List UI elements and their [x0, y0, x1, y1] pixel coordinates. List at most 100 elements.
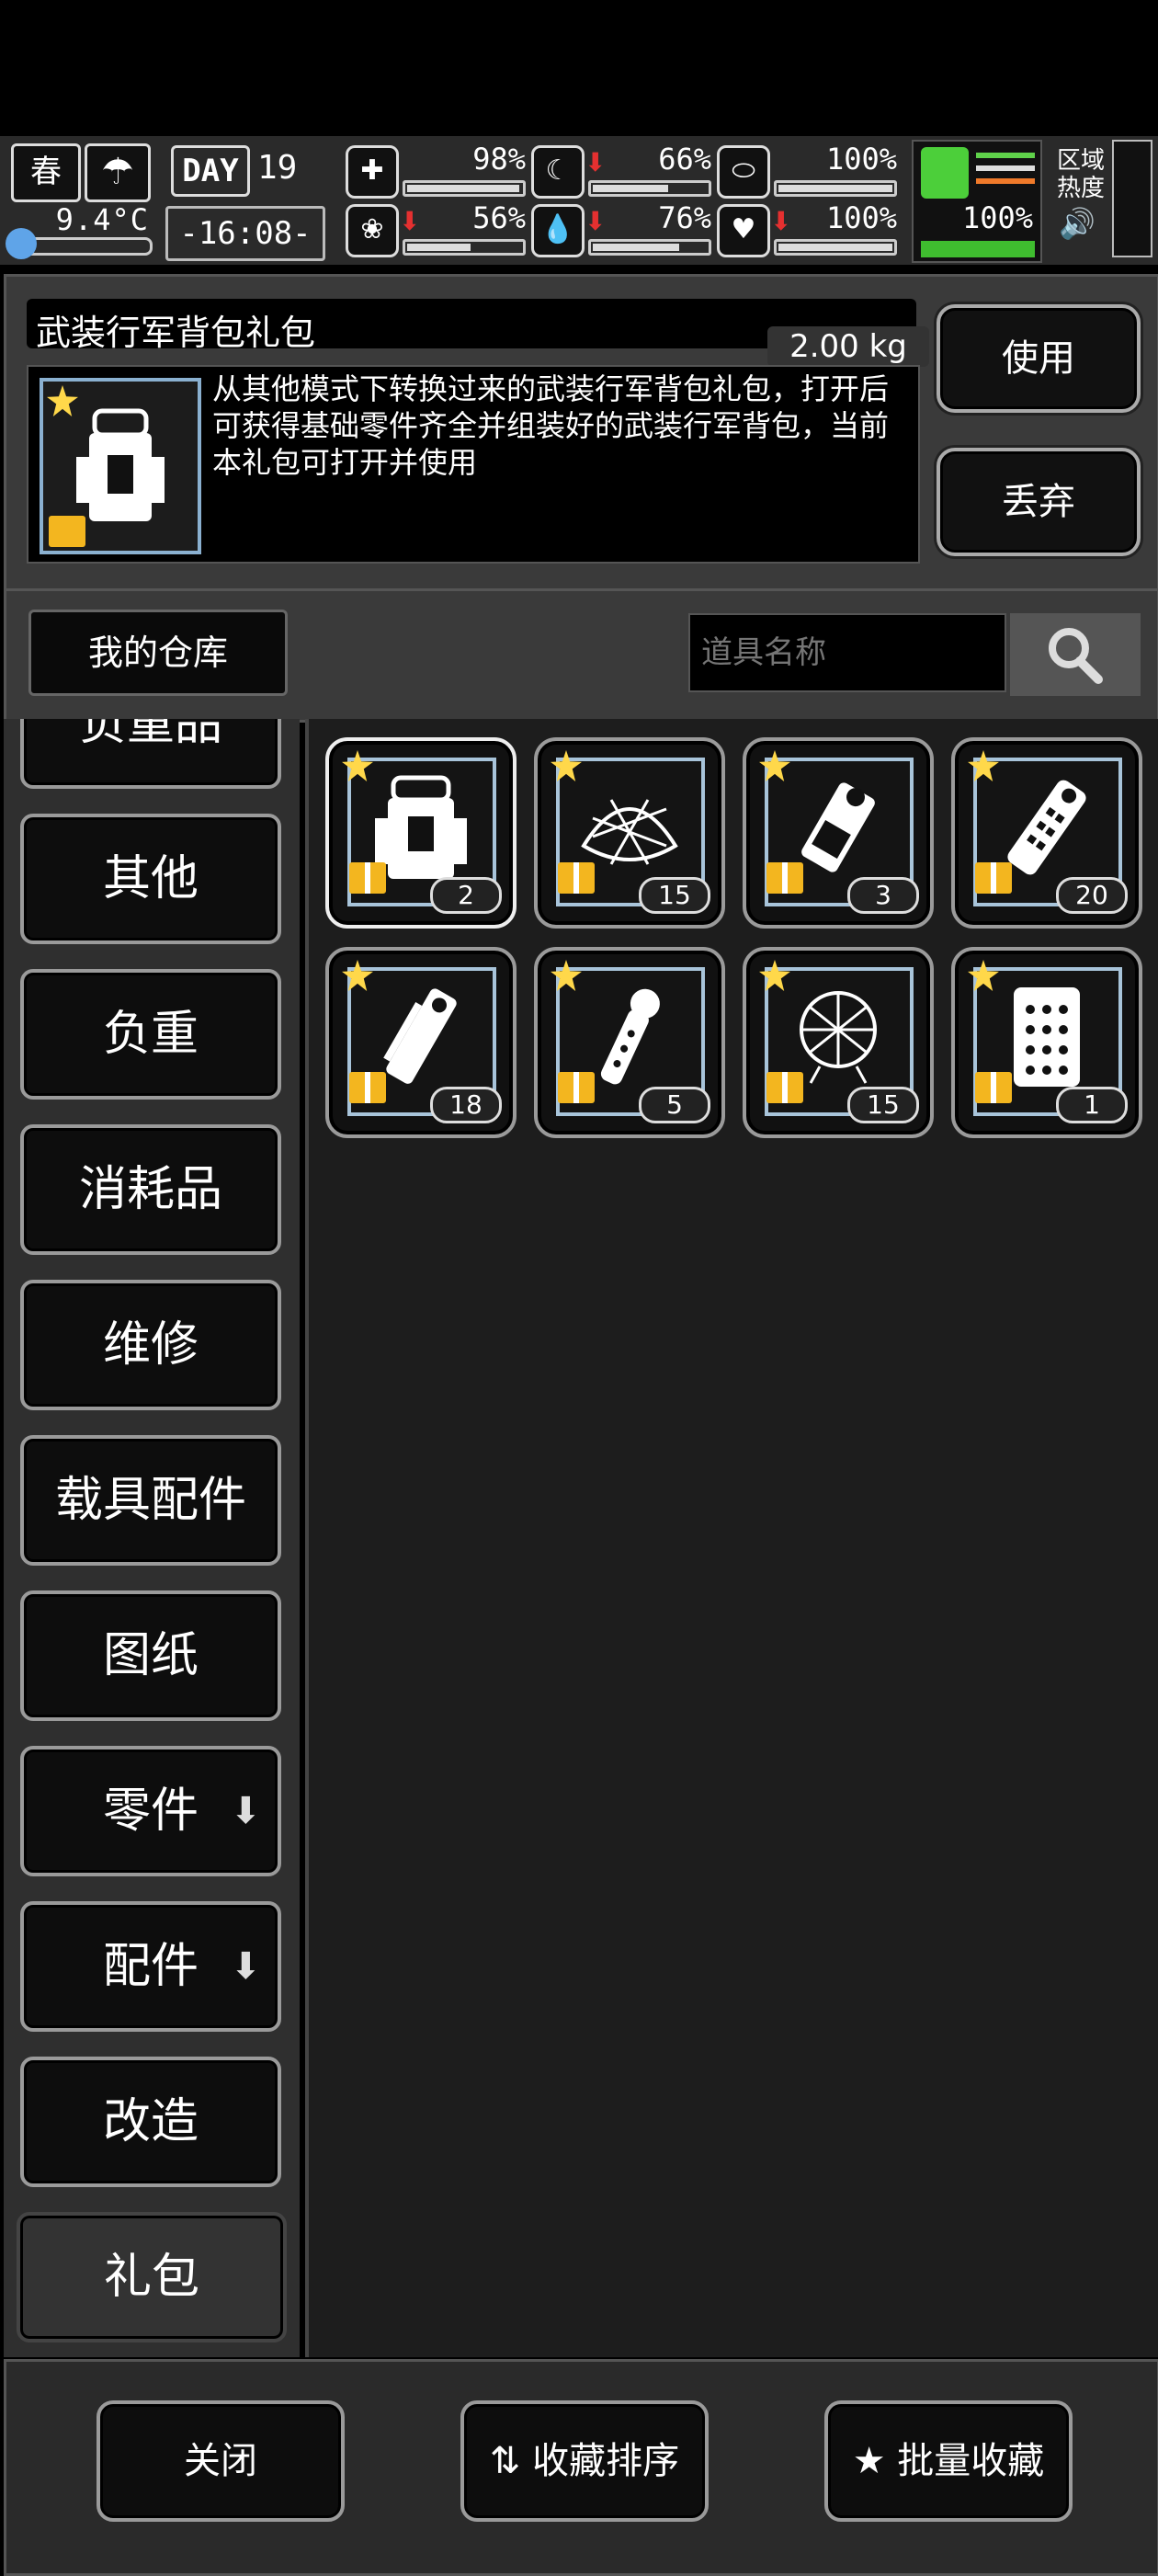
category-label: 礼包 — [103, 2250, 199, 2305]
stat-percent: 56% — [472, 200, 526, 235]
stat-pill: ⬭ 100% — [717, 142, 901, 199]
decrease-arrow-icon: ⬇ — [399, 206, 421, 236]
category-label: 负重 — [102, 1007, 199, 1062]
item-count: 18 — [430, 1087, 502, 1123]
boot-icon — [921, 147, 969, 199]
bottom-action-bar: 关闭 ⇅ 收藏排序 ★ 批量收藏 — [4, 2359, 1158, 2576]
category-label: 零件 — [102, 1784, 199, 1839]
item-count: 5 — [639, 1087, 710, 1123]
item-count: 15 — [847, 1087, 919, 1123]
item-title: 武装行军背包礼包 — [36, 313, 316, 353]
item-grid: 2 15 3 20 18 5 15 1 — [305, 719, 1158, 2357]
category-1[interactable]: 其他 — [20, 814, 281, 944]
discard-button[interactable]: 丢弃 — [937, 448, 1141, 556]
category-label: 其他 — [102, 851, 199, 906]
star-icon: ★ — [852, 2440, 886, 2482]
item-slot-plate-gift[interactable]: 1 — [951, 947, 1142, 1138]
gift-box-icon — [558, 862, 595, 894]
category-9[interactable]: 改造 — [20, 2057, 281, 2187]
category-label: 配件 — [102, 1939, 199, 1994]
decrease-arrow-icon: ⬇ — [585, 206, 607, 236]
medkit-icon: ✚ — [346, 145, 399, 199]
item-count: 2 — [430, 877, 502, 914]
stamina-percent: 100% — [961, 200, 1033, 235]
gift-box-icon — [975, 1072, 1012, 1103]
game-clock: -16:08- — [165, 206, 325, 261]
water-drop-icon: 💧 — [531, 204, 585, 257]
day-number: 19 — [257, 149, 298, 187]
item-weight: 2.00 kg — [767, 326, 929, 367]
day-label: DAY — [171, 145, 250, 197]
item-slot-net-bag-gift[interactable]: 15 — [743, 947, 934, 1138]
pill-icon: ⬭ — [717, 145, 770, 199]
favorite-sort-label: 收藏排序 — [532, 2440, 680, 2482]
category-8[interactable]: 配件 ⬇ — [20, 1901, 281, 2032]
category-10[interactable]: 礼包 — [17, 2212, 287, 2342]
category-6[interactable]: 图纸 — [20, 1590, 281, 1721]
stamina-bar — [921, 241, 1035, 257]
category-sidebar[interactable]: 负重品 其他 负重 消耗品 维修 载具配件 图纸 零件 ⬇ 配件 ⬇ 改造 礼包 — [4, 719, 300, 2357]
download-arrow-icon: ⬇ — [230, 1945, 261, 1988]
category-label: 载具配件 — [54, 1473, 246, 1528]
stat-percent: 76% — [658, 200, 711, 235]
batch-favorite-button[interactable]: ★ 批量收藏 — [824, 2400, 1073, 2522]
stat-bar — [588, 239, 711, 256]
stamina-panel: 100% — [912, 140, 1042, 263]
gift-box-icon — [766, 1072, 803, 1103]
stat-percent: 100% — [825, 142, 897, 177]
stat-bar — [774, 180, 897, 197]
use-button[interactable]: 使用 — [937, 304, 1141, 413]
item-slot-torch-gift[interactable]: 5 — [534, 947, 725, 1138]
category-label: 消耗品 — [78, 1162, 222, 1217]
item-slot-backpack-gift[interactable]: 2 — [325, 737, 517, 929]
category-0[interactable]: 负重品 — [20, 719, 281, 789]
category-3[interactable]: 消耗品 — [20, 1124, 281, 1255]
thermometer-icon — [6, 228, 37, 259]
stat-brain: ❀ ⬇ 56% — [346, 200, 529, 257]
item-count: 15 — [639, 877, 710, 914]
close-button[interactable]: 关闭 — [96, 2400, 345, 2522]
stat-bar-fill — [778, 185, 892, 192]
item-slot-canister-gift[interactable]: 3 — [743, 737, 934, 929]
favorite-sort-button[interactable]: ⇅ 收藏排序 — [460, 2400, 709, 2522]
category-label: 改造 — [102, 2094, 199, 2149]
heart-icon: ♥ — [717, 204, 770, 257]
stat-bar-fill — [778, 244, 892, 251]
item-name-search-input[interactable] — [688, 613, 1006, 692]
item-slot-net-gift[interactable]: 15 — [534, 737, 725, 929]
stat-bar-fill — [407, 244, 471, 251]
category-label: 图纸 — [102, 1628, 199, 1683]
item-slot-chainsaw-gift[interactable]: 18 — [325, 947, 517, 1138]
gift-box-icon — [558, 1072, 595, 1103]
stat-bar — [403, 180, 526, 197]
category-7[interactable]: 零件 ⬇ — [20, 1746, 281, 1876]
stat-heart: ♥ ⬇ 100% — [717, 200, 901, 257]
status-bar: 春 ☂ 9.4°C DAY 19 -16:08- ✚ 98% ☾ ⬇ 66% ⬭ 100% ❀… — [0, 136, 1158, 265]
stat-bar — [588, 180, 711, 197]
category-5[interactable]: 载具配件 — [20, 1435, 281, 1566]
season-indicator: 春 — [11, 143, 81, 202]
stat-water-drop: 💧 ⬇ 76% — [531, 200, 715, 257]
gift-box-icon — [349, 1072, 386, 1103]
item-count: 20 — [1056, 877, 1128, 914]
rain-cloud-icon: ☂ — [85, 143, 151, 202]
stat-bar-fill — [407, 185, 519, 192]
item-title-bar: 武装行军背包礼包 2.00 kg — [27, 299, 929, 367]
category-4[interactable]: 维修 — [20, 1280, 281, 1410]
stat-bar-fill — [593, 244, 679, 251]
item-slot-flashlight-gift[interactable]: 20 — [951, 737, 1142, 929]
decrease-arrow-icon: ⬇ — [770, 206, 792, 236]
stat-medkit: ✚ 98% — [346, 142, 529, 199]
category-2[interactable]: 负重 — [20, 969, 281, 1100]
item-thumbnail — [40, 378, 201, 554]
search-button[interactable] — [1010, 613, 1141, 696]
speaker-icon[interactable]: 🔊 — [1059, 206, 1096, 241]
gift-box-icon — [766, 862, 803, 894]
my-warehouse-button[interactable]: 我的仓库 — [28, 610, 288, 696]
item-count: 1 — [1056, 1087, 1128, 1123]
batch-favorite-label: 批量收藏 — [897, 2440, 1045, 2482]
stat-stomach: ☾ ⬇ 66% — [531, 142, 715, 199]
gift-box-icon — [49, 516, 85, 547]
warehouse-search-bar: 我的仓库 — [4, 588, 1158, 723]
item-description-box: 从其他模式下转换过来的武装行军背包礼包，打开后可获得基础零件齐全并组装好的武装行… — [27, 365, 920, 564]
